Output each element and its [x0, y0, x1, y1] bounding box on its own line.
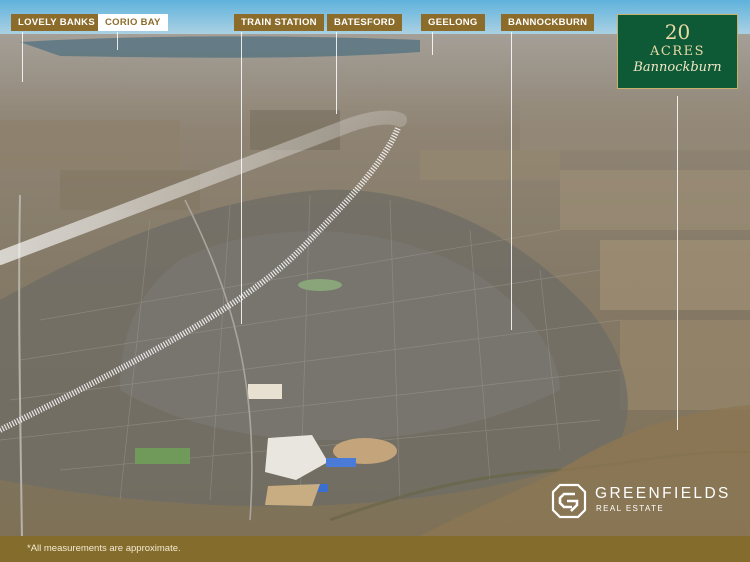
property-size-number: 20: [664, 20, 691, 44]
leader-lovely-banks: [22, 32, 23, 82]
property-locality: Bannockburn: [633, 60, 722, 75]
label-lovely-banks: LOVELY BANKS: [11, 14, 102, 31]
disclaimer-text: *All measurements are approximate.: [27, 543, 181, 554]
oval-grounds: [265, 484, 320, 506]
property-size-badge: 20 ACRES Bannockburn: [617, 14, 738, 89]
greenfields-logo-icon: [551, 483, 587, 519]
leader-train-station: [241, 32, 242, 324]
sports-oval: [298, 279, 342, 291]
brand-name: GREENFIELDS: [595, 485, 731, 502]
leader-corio-bay: [117, 32, 118, 50]
leader-batesford: [336, 32, 337, 114]
leader-bannockburn: [511, 32, 512, 330]
aerial-map-canvas: LOVELY BANKS CORIO BAY TRAIN STATION BAT…: [0, 0, 750, 562]
label-geelong: GEELONG: [421, 14, 485, 31]
label-corio-bay: CORIO BAY: [98, 14, 168, 31]
property-size-unit: ACRES: [649, 44, 706, 59]
brand-tagline: REAL ESTATE: [596, 504, 665, 513]
sports-court: [248, 384, 282, 399]
bay-water: [20, 36, 420, 58]
playing-field: [135, 448, 190, 464]
court-blue-2: [326, 458, 356, 467]
disclaimer-bar: *All measurements are approximate.: [0, 536, 750, 562]
leader-property: [677, 96, 678, 430]
label-bannockburn: BANNOCKBURN: [501, 14, 595, 31]
leader-geelong: [432, 32, 433, 55]
label-batesford: BATESFORD: [327, 14, 403, 31]
label-train-station: TRAIN STATION: [234, 14, 324, 31]
